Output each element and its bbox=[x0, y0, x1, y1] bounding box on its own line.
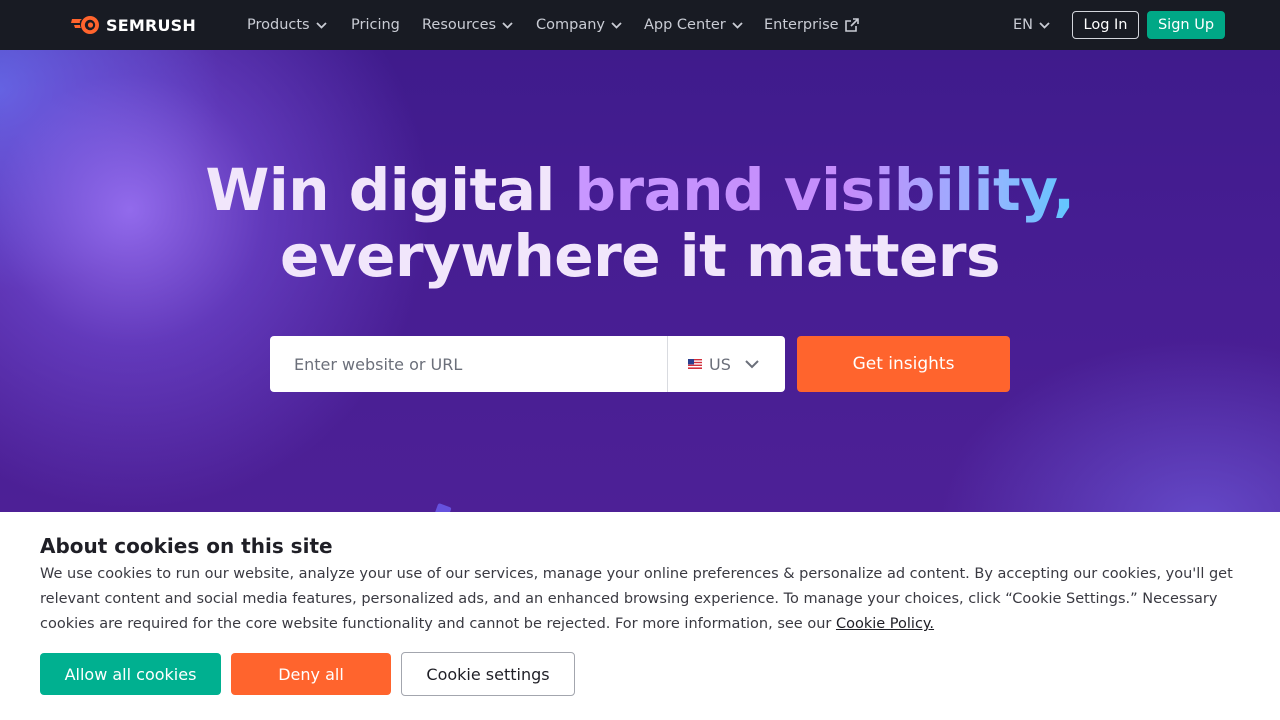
language-label: EN bbox=[1013, 17, 1034, 33]
login-button[interactable]: Log In bbox=[1072, 11, 1139, 39]
nav-item-enterprise[interactable]: Enterprise bbox=[764, 0, 859, 50]
chevron-down-icon bbox=[315, 21, 327, 29]
nav-item-label: Enterprise bbox=[764, 17, 839, 33]
region-label: US bbox=[709, 354, 731, 374]
nav-item-label: Pricing bbox=[351, 17, 400, 33]
nav-item-company[interactable]: Company bbox=[536, 0, 622, 50]
cookie-banner-title: About cookies on this site bbox=[40, 534, 333, 558]
cookie-banner-body: We use cookies to run our website, analy… bbox=[40, 566, 1233, 632]
domain-search-input[interactable] bbox=[270, 336, 667, 392]
chevron-down-icon bbox=[1039, 21, 1050, 29]
cookie-banner: About cookies on this site We use cookie… bbox=[0, 512, 1280, 720]
nav-item-label: Resources bbox=[422, 17, 497, 33]
decorative-shape bbox=[434, 502, 452, 512]
chevron-down-icon bbox=[732, 21, 743, 29]
logo-text: SEMRUSH bbox=[106, 15, 197, 35]
headline-plain-text: Win digital bbox=[205, 156, 575, 224]
chevron-down-icon bbox=[745, 359, 759, 368]
allow-all-cookies-button[interactable]: Allow all cookies bbox=[40, 653, 221, 695]
region-selector[interactable]: US bbox=[667, 336, 785, 392]
signup-button[interactable]: Sign Up bbox=[1147, 11, 1225, 39]
cookie-settings-button[interactable]: Cookie settings bbox=[401, 652, 575, 696]
language-selector[interactable]: EN bbox=[1013, 0, 1050, 50]
nav-item-app-center[interactable]: App Center bbox=[644, 0, 743, 50]
deny-all-cookies-button[interactable]: Deny all bbox=[231, 653, 391, 695]
get-insights-button[interactable]: Get insights bbox=[797, 336, 1010, 392]
headline-highlight-text: brand visibility, bbox=[574, 156, 1076, 224]
cookie-policy-link[interactable]: Cookie Policy. bbox=[836, 616, 934, 632]
nav-item-pricing[interactable]: Pricing bbox=[351, 0, 400, 50]
nav-item-products[interactable]: Products bbox=[247, 0, 327, 50]
nav-item-resources[interactable]: Resources bbox=[422, 0, 513, 50]
semrush-logo[interactable]: SEMRUSH bbox=[70, 13, 196, 37]
semrush-fireball-icon bbox=[71, 16, 99, 34]
cookie-banner-text: We use cookies to run our website, analy… bbox=[40, 562, 1250, 637]
hero-headline-line1: Win digital brand visibility, bbox=[0, 156, 1280, 224]
hero-section: Win digital brand visibility, everywhere… bbox=[0, 50, 1280, 512]
nav-item-label: Products bbox=[247, 17, 310, 33]
hero-headline-line2: everywhere it matters bbox=[279, 222, 1001, 290]
us-flag-icon bbox=[688, 359, 702, 369]
chevron-down-icon bbox=[611, 21, 622, 29]
top-navigation: SEMRUSH Products Pricing Resources Compa… bbox=[0, 0, 1280, 50]
nav-item-label: App Center bbox=[644, 17, 726, 33]
nav-item-label: Company bbox=[536, 17, 605, 33]
external-link-icon bbox=[844, 18, 859, 32]
chevron-down-icon bbox=[502, 21, 513, 29]
domain-search-box: US bbox=[270, 336, 785, 392]
